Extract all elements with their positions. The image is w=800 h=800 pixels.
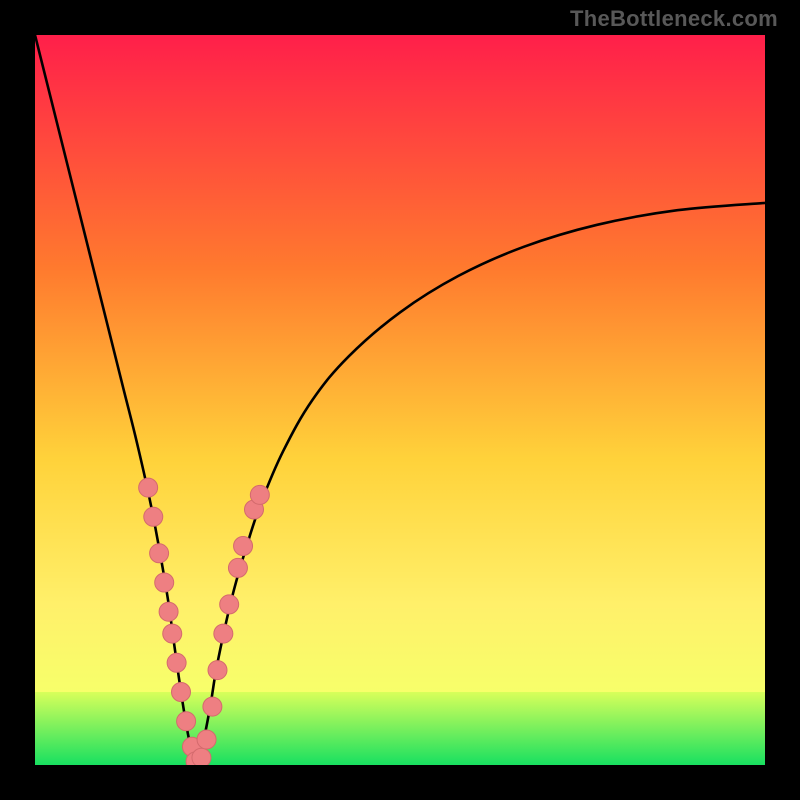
- sample-dot: [155, 573, 174, 592]
- sample-dot: [150, 544, 169, 563]
- sample-dot: [203, 697, 222, 716]
- sample-dot: [192, 748, 211, 765]
- watermark-text: TheBottleneck.com: [570, 6, 778, 32]
- sample-dot: [172, 683, 191, 702]
- bottleneck-curve: [35, 35, 765, 765]
- sample-dot: [139, 478, 158, 497]
- sample-dot: [197, 730, 216, 749]
- sample-dot: [177, 712, 196, 731]
- sample-dot: [159, 602, 178, 621]
- curve-layer: [35, 35, 765, 765]
- sample-dot: [163, 624, 182, 643]
- sample-dot: [144, 507, 163, 526]
- sample-dot: [214, 624, 233, 643]
- sample-dot: [250, 485, 269, 504]
- sample-dot: [220, 595, 239, 614]
- sample-dot: [234, 537, 253, 556]
- plot-area: [35, 35, 765, 765]
- sample-dot: [167, 653, 186, 672]
- sample-dot: [208, 661, 227, 680]
- sample-dot: [228, 558, 247, 577]
